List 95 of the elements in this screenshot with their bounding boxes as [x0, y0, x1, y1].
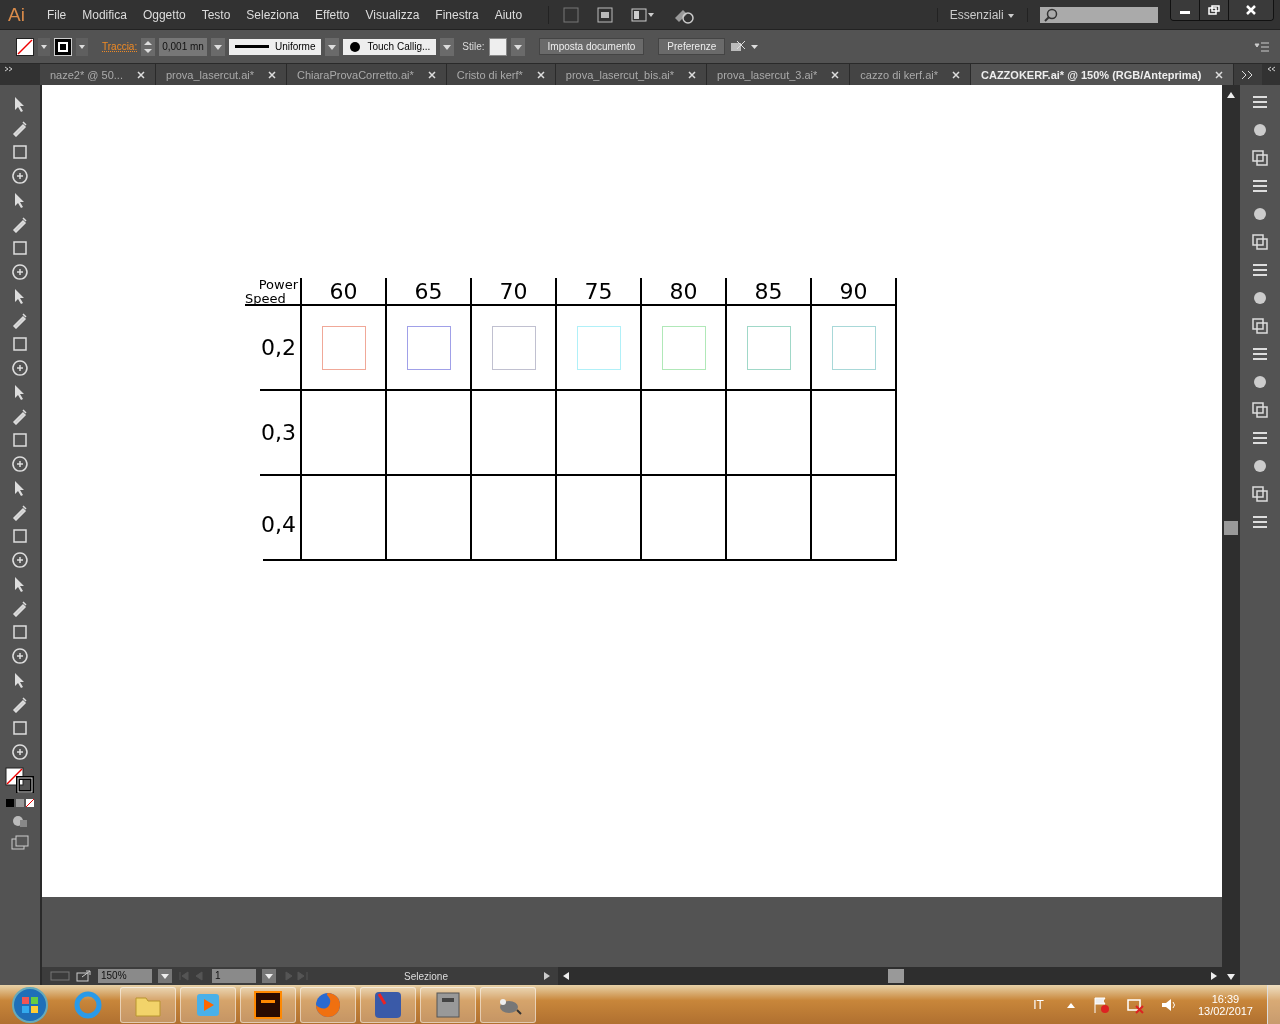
- speed-label: Speed: [245, 292, 286, 306]
- menu-item[interactable]: Seleziona: [238, 7, 308, 22]
- draw-mode-icon[interactable]: [11, 813, 29, 829]
- scroll-down-icon[interactable]: [1226, 973, 1236, 981]
- scroll-thumb[interactable]: [888, 969, 904, 983]
- collapse-icon[interactable]: [4, 66, 14, 72]
- taskbar-button[interactable]: [420, 986, 476, 1023]
- color-modes-icon[interactable]: [6, 799, 34, 807]
- panel-menu-icon[interactable]: [1254, 40, 1270, 53]
- language-indicator[interactable]: IT: [1033, 997, 1044, 1012]
- column-heading: 60: [302, 278, 387, 306]
- close-icon[interactable]: [688, 70, 697, 79]
- status-menu-icon[interactable]: [542, 971, 552, 981]
- menu-lines-icon[interactable]: [1251, 93, 1269, 111]
- artboard-field[interactable]: 1: [212, 969, 256, 983]
- current-tool-label: Selezione: [403, 970, 449, 982]
- toolbar-button[interactable]: Preferenze: [658, 38, 726, 55]
- horizontal-scrollbar[interactable]: [558, 967, 1222, 985]
- caret-icon: [1007, 12, 1015, 19]
- clock-date[interactable]: 13/02/2017: [1197, 1004, 1253, 1017]
- action-center-icon[interactable]: [1091, 995, 1110, 1014]
- collapse-icon[interactable]: [1266, 66, 1276, 72]
- taskbar-button[interactable]: [240, 986, 296, 1023]
- close-icon[interactable]: [268, 70, 276, 79]
- close-icon: [1245, 5, 1257, 15]
- layout-icon[interactable]: [631, 6, 656, 23]
- menu-item[interactable]: File: [38, 7, 75, 22]
- browser-icon: [73, 989, 103, 1020]
- start-button[interactable]: [10, 985, 50, 1024]
- share-icon[interactable]: [76, 970, 92, 982]
- stock-icon[interactable]: [597, 6, 614, 23]
- app-icon: [373, 989, 403, 1020]
- close-icon[interactable]: [952, 70, 960, 79]
- style-swatch[interactable]: [488, 37, 507, 56]
- search-field[interactable]: [1040, 6, 1158, 23]
- vertical-scrollbar[interactable]: [1222, 85, 1240, 985]
- column-heading: 80: [642, 278, 727, 306]
- document-tab[interactable]: cazzo di kerf.ai*: [850, 64, 971, 85]
- power-label: Power: [258, 278, 299, 292]
- stroke-weight-field[interactable]: 0,001 mn: [159, 37, 207, 56]
- menu-item[interactable]: Testo: [193, 7, 239, 22]
- menu-item[interactable]: Modifica: [74, 7, 135, 22]
- menu-item[interactable]: Visualizza: [357, 7, 428, 22]
- close-icon[interactable]: [427, 70, 436, 79]
- document-tab[interactable]: ChiaraProvaCorretto.ai*: [287, 64, 447, 85]
- more-tabs-icon[interactable]: [1240, 69, 1254, 80]
- illustrator-icon: [253, 989, 283, 1020]
- fill-stroke-icon[interactable]: [5, 767, 35, 793]
- document-tab[interactable]: Cristo di kerf*: [446, 64, 556, 85]
- column-heading: 85: [727, 278, 812, 306]
- row-heading: 0,3: [260, 391, 302, 476]
- scroll-right-icon[interactable]: [1210, 971, 1218, 981]
- stroke-line-icon: [234, 44, 269, 49]
- column-heading: 70: [472, 278, 557, 306]
- scroll-left-icon[interactable]: [562, 971, 570, 981]
- brush-dropdown[interactable]: Touch Callig...: [343, 38, 437, 55]
- document-tab[interactable]: CAZZOKERF.ai* @ 150% (RGB/Anteprima): [971, 64, 1235, 85]
- menu-item[interactable]: Oggetto: [134, 7, 194, 22]
- row-heading: 0,4: [263, 476, 302, 561]
- close-button[interactable]: [1229, 0, 1273, 20]
- document-tab[interactable]: naze2* @ 50...: [40, 64, 156, 85]
- stroke-profile-dropdown[interactable]: Uniforme: [228, 38, 322, 55]
- column-heading: 75: [557, 278, 642, 306]
- scroll-up-icon[interactable]: [1226, 91, 1236, 99]
- menu-item[interactable]: Effetto: [307, 7, 358, 22]
- close-icon[interactable]: [536, 70, 545, 79]
- scroll-thumb[interactable]: [1224, 521, 1238, 535]
- screen-mode-icon[interactable]: [11, 835, 29, 851]
- close-icon[interactable]: [136, 70, 145, 79]
- minimize-button[interactable]: [1171, 0, 1200, 20]
- column-heading: 90: [812, 278, 897, 306]
- column-heading: 65: [387, 278, 472, 306]
- spinner-icon[interactable]: [141, 37, 156, 56]
- menu-item[interactable]: Aiuto: [486, 7, 531, 22]
- workspace-switcher[interactable]: Essenziali: [936, 7, 1028, 22]
- document-tab[interactable]: prova_lasercut.ai*: [155, 64, 287, 85]
- close-icon[interactable]: [1215, 70, 1224, 79]
- app-logo: Ai: [7, 3, 26, 26]
- restore-icon: [1208, 5, 1220, 15]
- document-tab[interactable]: prova_lasercut_3.ai*: [707, 64, 851, 85]
- menu-item[interactable]: Finestra: [427, 7, 487, 22]
- app-icon: [433, 989, 463, 1020]
- restore-button[interactable]: [1200, 0, 1229, 20]
- brush-dot-icon: [349, 40, 362, 53]
- toolbar-button[interactable]: Imposta documento: [538, 38, 645, 55]
- row-heading: 0,2: [260, 306, 302, 391]
- close-icon[interactable]: [831, 70, 840, 79]
- stroke-label[interactable]: Traccia:: [102, 41, 138, 52]
- document-tab[interactable]: prova_lasercut_bis.ai*: [555, 64, 708, 85]
- clock-time[interactable]: 16:39: [1211, 992, 1240, 1005]
- zoom-field[interactable]: 150%: [98, 969, 152, 983]
- stroke-swatch[interactable]: [54, 37, 72, 56]
- search-icon: [1044, 7, 1058, 22]
- style-label: Stile:: [462, 41, 485, 52]
- fill-swatch[interactable]: [16, 37, 34, 56]
